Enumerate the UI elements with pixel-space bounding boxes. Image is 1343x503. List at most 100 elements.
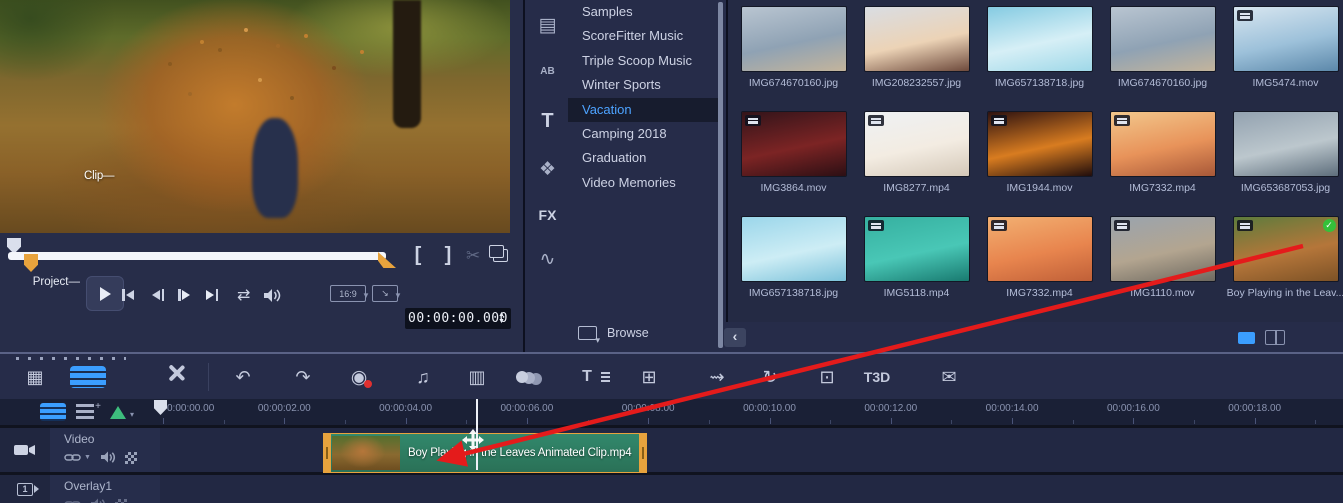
previous-frame-button[interactable] xyxy=(152,289,164,301)
undo-icon[interactable]: ↶ xyxy=(228,362,258,392)
scroll-left-button[interactable]: ‹ xyxy=(724,328,746,347)
link-caret-icon[interactable]: ▼ xyxy=(84,454,91,461)
timecode-spinner[interactable]: ▲ ▼ xyxy=(498,308,505,329)
category-item-vacation[interactable]: Vacation xyxy=(568,97,718,122)
media-item[interactable]: IMG3864.mov xyxy=(732,105,855,210)
mask-icon[interactable]: ⊡ xyxy=(812,362,842,392)
mark-in-button[interactable]: [ xyxy=(408,244,428,267)
home-button[interactable] xyxy=(122,289,134,301)
track-mute-icon[interactable] xyxy=(100,451,116,464)
aspect-ratio-button[interactable]: 16:9 xyxy=(330,285,366,302)
clip-trim-left-handle[interactable] xyxy=(323,433,331,473)
category-item-camping-2018[interactable]: Camping 2018 xyxy=(568,122,718,146)
media-thumbnail[interactable] xyxy=(741,217,846,281)
overlay-track-header[interactable]: Overlay1 xyxy=(50,475,160,503)
video-track-type[interactable] xyxy=(0,428,50,472)
split-screen-icon[interactable]: ⊞ xyxy=(634,362,664,392)
media-thumbnail[interactable]: ✓ xyxy=(1233,217,1338,281)
media-item[interactable]: ✓ Boy Playing in the Leav... xyxy=(1224,210,1343,315)
timeline-scrubber-flag[interactable] xyxy=(154,400,167,415)
motion-path-icon[interactable]: ∿ xyxy=(525,242,570,276)
mask-creator-icon[interactable]: ✉ xyxy=(934,362,964,392)
media-item[interactable]: IMG1944.mov xyxy=(978,105,1101,210)
media-item[interactable]: IMG674670160.jpg xyxy=(1101,0,1224,105)
subtitle-ab-icon[interactable]: AB xyxy=(525,54,570,88)
time-remapping-icon[interactable]: ↻ xyxy=(755,362,785,392)
track-transparency-icon[interactable] xyxy=(124,451,137,464)
trim-in-handle[interactable] xyxy=(24,254,38,272)
preview-video-frame[interactable] xyxy=(0,0,510,233)
overlay-track-type[interactable]: 1 xyxy=(0,475,50,503)
track-manager-icon[interactable] xyxy=(40,403,66,421)
title-text-icon[interactable]: T xyxy=(525,104,570,138)
clip-trim-right-handle[interactable] xyxy=(639,433,647,473)
preview-timecode[interactable]: 00:00:00.000 xyxy=(405,308,511,329)
graphics-icon[interactable]: ❖ xyxy=(525,152,570,186)
media-item[interactable]: IMG208232557.jpg xyxy=(855,0,978,105)
add-track-icon[interactable] xyxy=(110,406,126,419)
media-item[interactable]: IMG1110.mov xyxy=(1101,210,1224,315)
timeline-clip[interactable]: Boy Playing in the Leaves Animated Clip.… xyxy=(323,433,647,473)
project-mode-button[interactable]: Project— xyxy=(20,276,80,288)
category-item-video-memories[interactable]: Video Memories xyxy=(568,171,718,195)
end-button[interactable] xyxy=(206,289,218,301)
split-clip-icon[interactable]: ✂ xyxy=(466,246,480,266)
media-item[interactable]: IMG653687053.jpg xyxy=(1224,105,1343,210)
category-item-triple-scoop-music[interactable]: Triple Scoop Music xyxy=(568,49,718,73)
media-item[interactable]: IMG674670160.jpg xyxy=(732,0,855,105)
transition-icon[interactable] xyxy=(514,362,544,392)
title-icon[interactable]: T xyxy=(572,362,612,392)
volume-icon[interactable] xyxy=(263,288,282,308)
media-thumbnail[interactable] xyxy=(864,217,969,281)
media-item[interactable]: IMG657138718.jpg xyxy=(978,0,1101,105)
link-icon[interactable] xyxy=(64,499,81,503)
media-thumbnail[interactable] xyxy=(1233,7,1338,71)
media-thumbnail[interactable] xyxy=(987,112,1092,176)
panel-drag-handle[interactable] xyxy=(16,357,126,360)
audio-music-icon[interactable]: ♫ xyxy=(408,362,438,392)
thumbnail-view-icon[interactable] xyxy=(1238,327,1259,344)
media-thumbnail[interactable] xyxy=(987,217,1092,281)
add-track-caret-icon[interactable]: ▾ xyxy=(130,410,134,419)
media-thumbnail[interactable] xyxy=(1110,112,1215,176)
fx-filter-icon[interactable]: FX xyxy=(525,198,570,232)
next-frame-button[interactable] xyxy=(178,289,190,301)
timeline-view-icon[interactable] xyxy=(56,359,120,395)
media-thumbnail[interactable] xyxy=(1233,112,1338,176)
library-scrollbar[interactable] xyxy=(718,2,723,348)
storyboard-view-icon[interactable]: ▦ xyxy=(20,362,50,392)
media-thumbnail[interactable] xyxy=(741,112,846,176)
media-thumbnail[interactable] xyxy=(1110,7,1215,71)
media-item[interactable]: IMG5118.mp4 xyxy=(855,210,978,315)
record-capture-icon[interactable] xyxy=(344,362,374,392)
media-thumbnail[interactable] xyxy=(864,7,969,71)
category-item-samples[interactable]: Samples xyxy=(568,0,718,24)
video-track-header[interactable]: Video ▼ xyxy=(50,428,160,472)
tools-icon[interactable] xyxy=(165,362,195,384)
list-view-icon[interactable] xyxy=(1265,330,1285,345)
play-button[interactable] xyxy=(86,276,124,311)
media-item[interactable]: IMG7332.mp4 xyxy=(978,210,1101,315)
media-library-icon[interactable]: ▤ xyxy=(525,8,570,42)
browse-button[interactable]: Browse xyxy=(578,326,649,346)
motion-tracking-icon[interactable]: ⇝ xyxy=(702,362,732,392)
track-mute-icon[interactable] xyxy=(90,498,106,503)
category-item-scorefitter-music[interactable]: ScoreFitter Music xyxy=(568,24,718,48)
media-thumbnail[interactable] xyxy=(987,7,1092,71)
media-thumbnail[interactable] xyxy=(864,112,969,176)
mark-out-button[interactable]: ] xyxy=(438,244,458,267)
title-3d-icon[interactable]: T3D xyxy=(862,362,892,392)
instant-project-icon[interactable]: ▥ xyxy=(462,362,492,392)
track-transparency-icon[interactable] xyxy=(115,498,127,503)
media-item[interactable]: IMG5474.mov xyxy=(1224,0,1343,105)
timeline-ruler[interactable]: 0:00:00.00 00:00:02.00 00:00:04.00 00:00:06… xyxy=(0,399,1343,425)
media-item[interactable]: IMG657138718.jpg xyxy=(732,210,855,315)
scrubber-bar[interactable] xyxy=(8,252,386,260)
media-thumbnail[interactable] xyxy=(741,7,846,71)
enlarge-preview-icon[interactable] xyxy=(489,245,508,262)
overlay-track-lane[interactable] xyxy=(160,475,1343,503)
video-track-lane[interactable]: Boy Playing in the Leaves Animated Clip.… xyxy=(160,428,1343,473)
media-item[interactable]: IMG7332.mp4 xyxy=(1101,105,1224,210)
link-icon[interactable] xyxy=(64,452,81,463)
category-item-winter-sports[interactable]: Winter Sports xyxy=(568,73,718,97)
